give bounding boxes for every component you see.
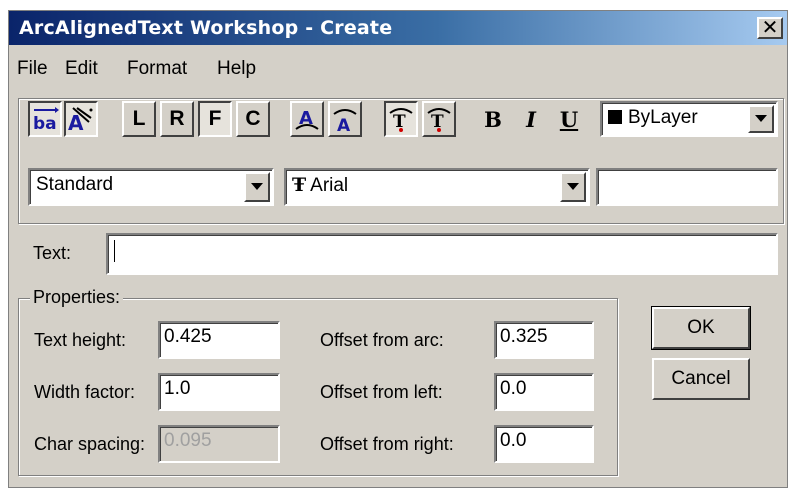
concave-side-button[interactable]: T xyxy=(422,101,456,137)
properties-legend: Properties: xyxy=(30,287,124,308)
align-right-button[interactable]: R xyxy=(160,101,194,137)
extra-field[interactable] xyxy=(596,168,778,206)
text-caret xyxy=(114,240,115,262)
bold-button[interactable]: B xyxy=(476,101,510,137)
width-factor-label: Width factor: xyxy=(34,382,136,402)
menu-format[interactable]: Format xyxy=(127,58,187,80)
color-dropdown[interactable]: ByLayer xyxy=(600,101,778,137)
text-style-dropdown[interactable]: Standard xyxy=(28,168,274,206)
offset-arc-label: Offset from arc: xyxy=(320,330,444,350)
text-effect-icon: A xyxy=(68,107,93,132)
font-dropdown-arrow[interactable] xyxy=(560,172,586,202)
chevron-down-icon xyxy=(251,183,263,190)
title-bar[interactable]: ArcAlignedText Workshop - Create ✕ xyxy=(9,11,787,45)
text-height-field[interactable]: 0.425 xyxy=(158,321,280,359)
offset-right-field[interactable]: 0.0 xyxy=(494,425,594,463)
menu-edit[interactable]: Edit xyxy=(65,58,98,80)
font-dropdown[interactable]: Ŧ Arial xyxy=(284,168,590,206)
ok-button[interactable]: OK xyxy=(651,306,751,350)
text-effect-button[interactable]: A xyxy=(64,101,98,137)
svg-text:ba: ba xyxy=(33,114,57,132)
menu-help[interactable]: Help xyxy=(217,58,256,80)
offset-right-label: Offset from right: xyxy=(320,434,454,454)
text-style-dropdown-arrow[interactable] xyxy=(244,172,270,202)
color-dropdown-arrow[interactable] xyxy=(748,105,774,133)
concave-side-icon: T xyxy=(427,108,451,132)
underline-button[interactable]: U xyxy=(552,101,586,137)
svg-text:A: A xyxy=(337,116,351,133)
text-outward-button[interactable]: A xyxy=(290,101,324,137)
text-inward-icon: A xyxy=(333,109,357,133)
width-factor-field[interactable]: 1.0 xyxy=(158,373,280,411)
char-spacing-label: Char spacing: xyxy=(34,434,146,454)
offset-arc-field[interactable]: 0.325 xyxy=(494,321,594,359)
convex-side-button[interactable]: T xyxy=(384,101,418,137)
text-label: Text: xyxy=(33,243,72,263)
color-swatch xyxy=(608,110,622,124)
align-left-button[interactable]: L xyxy=(122,101,156,137)
offset-left-field[interactable]: 0.0 xyxy=(494,373,594,411)
font-value: Arial xyxy=(310,175,349,196)
close-button[interactable]: ✕ xyxy=(757,17,783,39)
align-fit-button[interactable]: F xyxy=(198,101,232,137)
italic-button[interactable]: I xyxy=(514,101,548,137)
chevron-down-icon xyxy=(755,115,767,122)
offset-left-label: Offset from left: xyxy=(320,382,443,402)
cancel-button[interactable]: Cancel xyxy=(652,358,750,400)
window-title: ArcAlignedText Workshop - Create xyxy=(19,17,393,39)
char-spacing-field: 0.095 xyxy=(158,425,280,463)
text-outward-icon: A xyxy=(295,108,319,130)
text-input[interactable] xyxy=(106,233,778,275)
chevron-down-icon xyxy=(567,183,579,190)
menu-file[interactable]: File xyxy=(17,58,48,80)
reverse-text-icon: ba xyxy=(33,107,59,132)
text-style-value: Standard xyxy=(36,174,114,195)
text-inward-button[interactable]: A xyxy=(328,101,362,137)
text-height-label: Text height: xyxy=(34,330,127,350)
svg-text:A: A xyxy=(68,111,84,132)
truetype-font-icon: Ŧ xyxy=(292,174,307,196)
align-center-button[interactable]: C xyxy=(236,101,270,137)
reverse-text-button[interactable]: ba xyxy=(28,101,62,137)
convex-side-icon: T xyxy=(389,108,413,132)
color-value: ByLayer xyxy=(628,107,698,128)
